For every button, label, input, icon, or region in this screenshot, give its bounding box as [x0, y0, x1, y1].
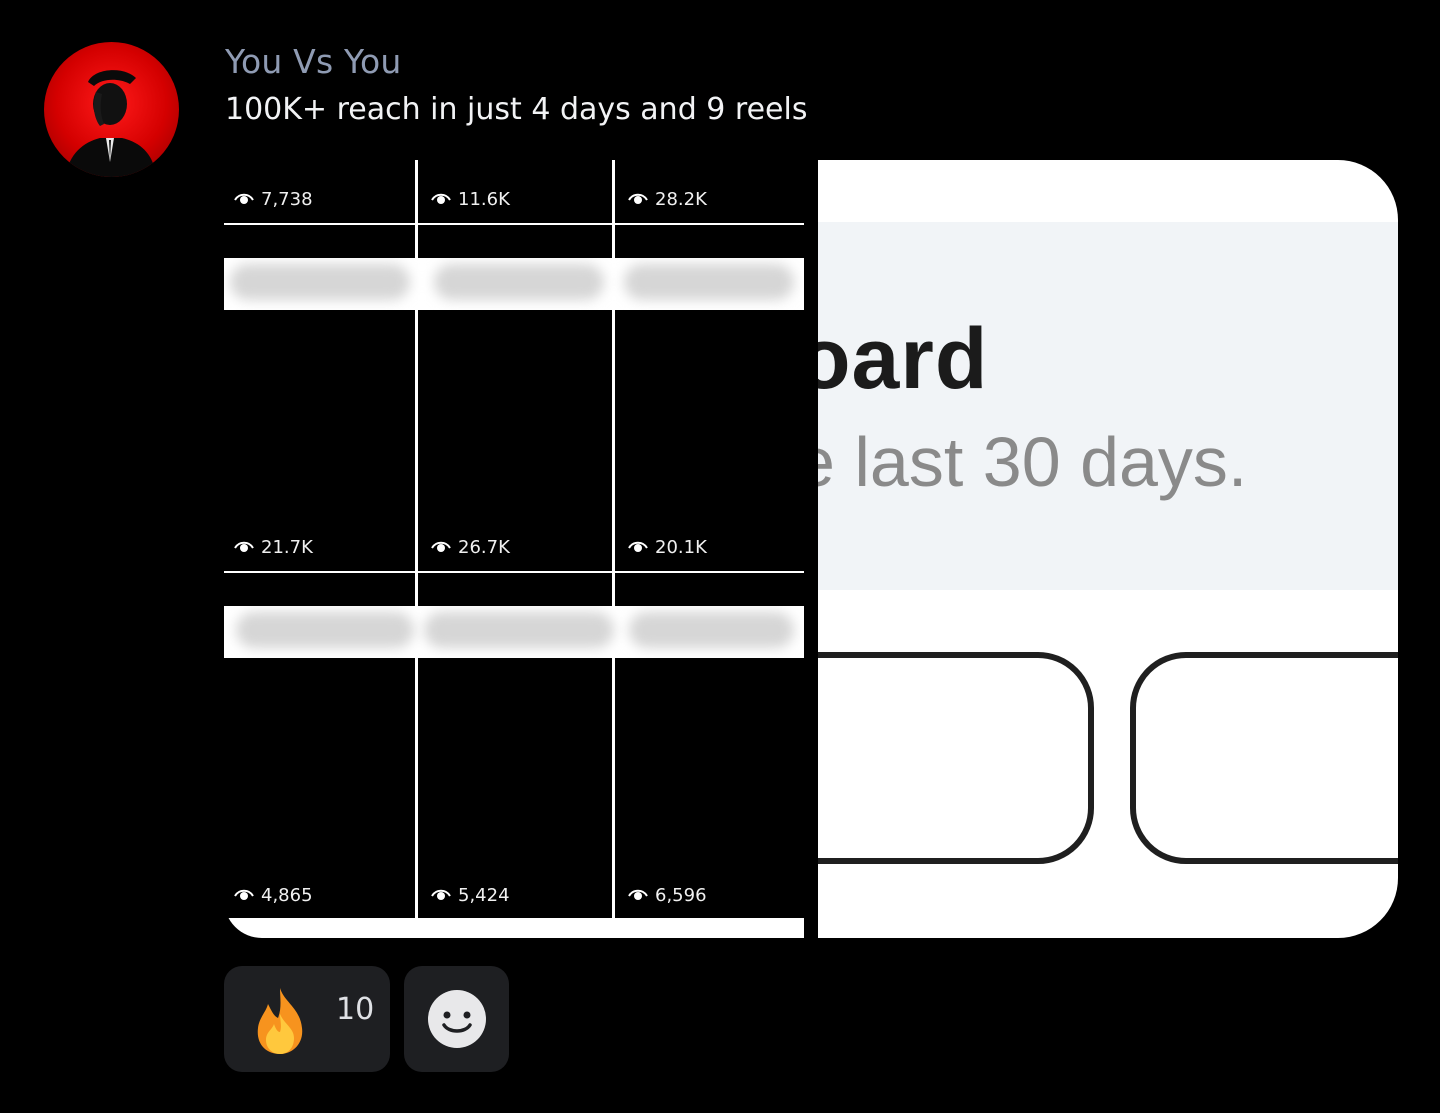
eye-icon: [234, 193, 254, 204]
eye-icon: [431, 193, 451, 204]
reel-views-label: 21.7K: [234, 535, 313, 559]
reel-views: 5,424: [458, 884, 510, 906]
reel-views-label: 4,865: [234, 883, 313, 907]
eye-icon: [628, 889, 648, 900]
grid-bottom-edge: [224, 918, 804, 938]
dashboard-card: [818, 652, 1094, 864]
eye-icon: [431, 889, 451, 900]
reel-views: 28.2K: [655, 188, 707, 210]
fire-emoji-icon: [257, 988, 303, 1054]
reel-views: 7,738: [261, 188, 313, 210]
author-avatar[interactable]: [44, 42, 179, 177]
eye-icon: [628, 193, 648, 204]
reaction-fire[interactable]: 10: [224, 966, 390, 1072]
reel-views-label: 5,424: [431, 883, 510, 907]
reel-views-label: 26.7K: [431, 535, 510, 559]
reel-views-label: 7,738: [234, 187, 313, 211]
reel-views: 26.7K: [458, 536, 510, 558]
reel-views-label: 20.1K: [628, 535, 707, 559]
add-reaction-smiley-icon: [427, 990, 486, 1048]
author-name[interactable]: You Vs You: [225, 42, 402, 81]
blurred-captions-row-1: [224, 258, 804, 310]
eye-icon: [234, 541, 254, 552]
reel-views-label: 6,596: [628, 883, 707, 907]
grid-separator: [224, 571, 804, 573]
reel-views-label: 28.2K: [628, 187, 707, 211]
dashboard-card: [1130, 652, 1398, 864]
dashboard-attachment[interactable]: oard e last 30 days.: [818, 160, 1398, 938]
reel-views: 20.1K: [655, 536, 707, 558]
reel-views-label: 11.6K: [431, 187, 510, 211]
reel-views: 21.7K: [261, 536, 313, 558]
eye-icon: [431, 541, 451, 552]
message-text: 100K+ reach in just 4 days and 9 reels: [225, 92, 808, 127]
eye-icon: [234, 889, 254, 900]
dashboard-subtitle-fragment: e last 30 days.: [818, 423, 1248, 501]
eye-icon: [628, 541, 648, 552]
reel-views: 6,596: [655, 884, 707, 906]
dashboard-title-fragment: oard: [818, 311, 989, 407]
add-reaction-button[interactable]: [404, 966, 509, 1072]
reels-grid-attachment[interactable]: 7,738 11.6K 28.2K 21.7K 26.7K 20.1K 4,86…: [224, 160, 804, 938]
silhouette-icon: [66, 70, 156, 177]
blurred-captions-row-2: [224, 606, 804, 658]
reaction-count: 10: [336, 992, 375, 1027]
reel-views: 11.6K: [458, 188, 510, 210]
reel-views: 4,865: [261, 884, 313, 906]
grid-separator: [224, 223, 804, 225]
